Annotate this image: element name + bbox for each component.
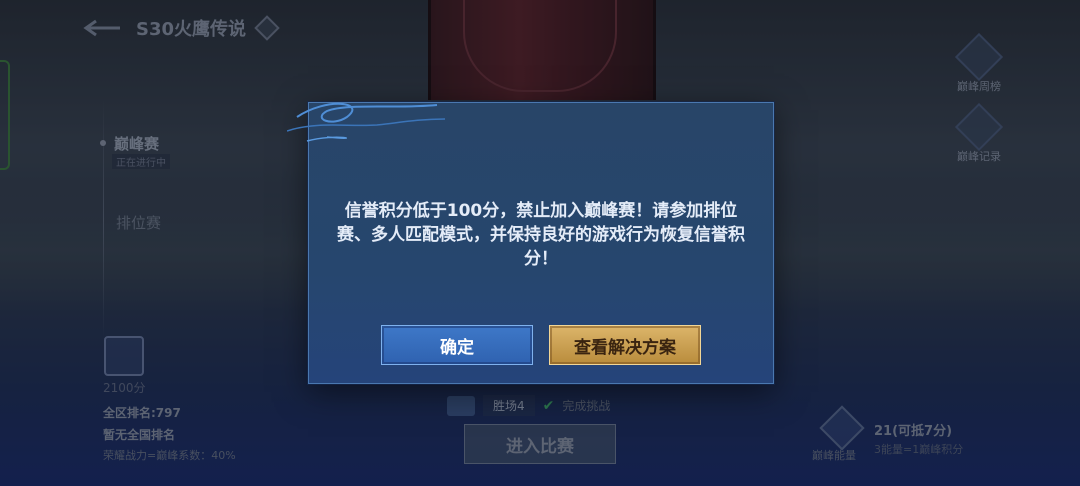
dialog-message: 信誉积分低于100分，禁止加入巅峰赛！请参加排位赛、多人匹配模式，并保持良好的游… [337, 201, 745, 269]
credit-score-dialog: 信誉积分低于100分，禁止加入巅峰赛！请参加排位赛、多人匹配模式，并保持良好的游… [287, 102, 774, 384]
view-solution-button[interactable]: 查看解决方案 [549, 325, 701, 365]
confirm-button[interactable]: 确定 [381, 325, 533, 365]
swirl-ornament-icon [287, 102, 446, 142]
